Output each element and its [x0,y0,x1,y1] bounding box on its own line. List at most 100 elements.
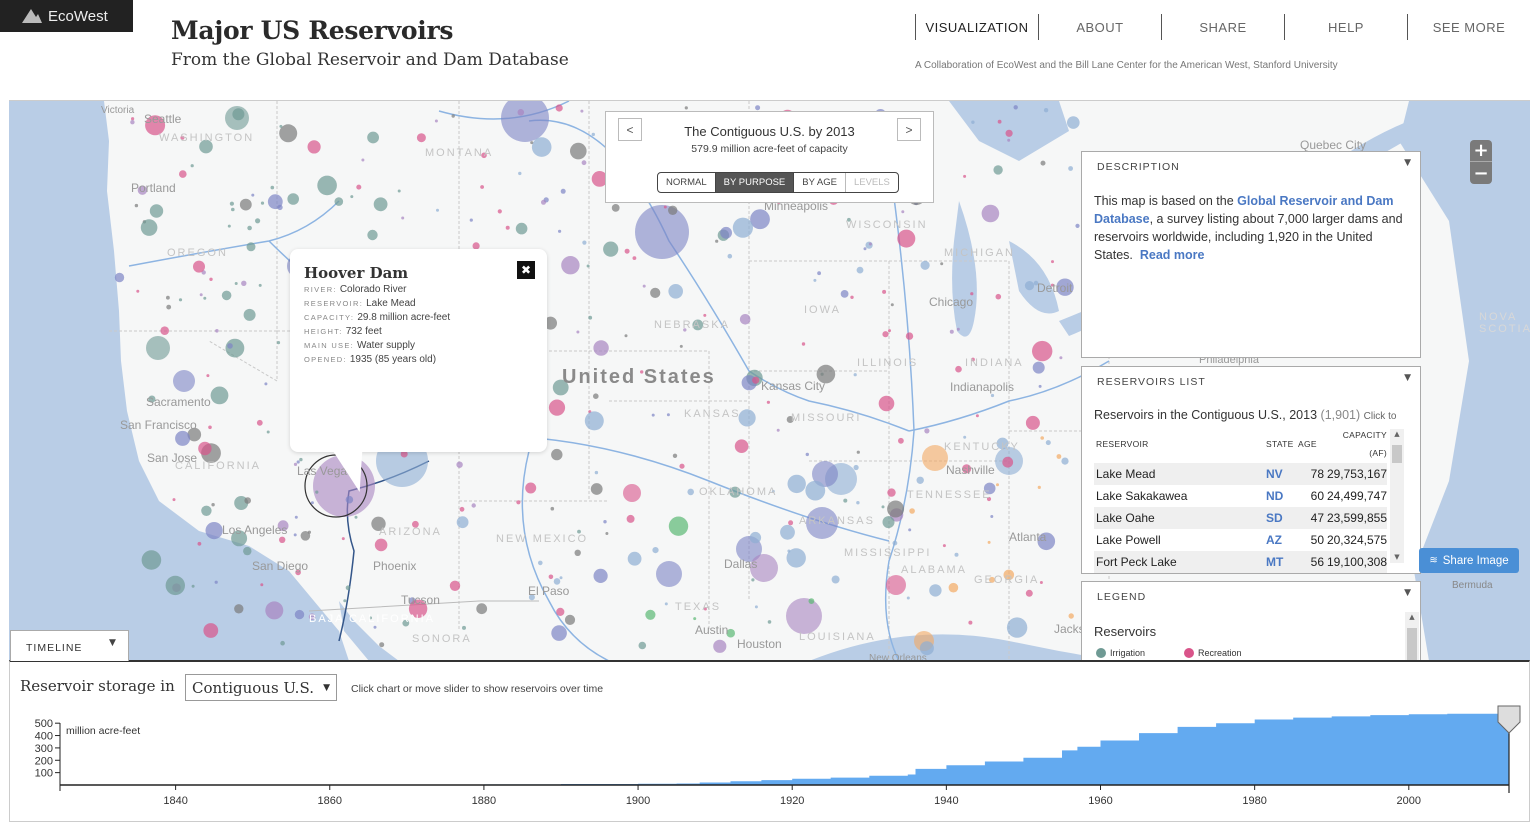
reservoir-marker[interactable] [1038,384,1042,388]
reservoir-marker[interactable] [231,207,235,212]
reservoir-marker[interactable] [239,198,252,211]
mode-by-age-button[interactable]: BY AGE [793,173,845,192]
reservoir-marker[interactable] [906,596,910,600]
reservoir-marker[interactable] [766,400,771,404]
reservoir-marker[interactable] [374,538,388,552]
reservoir-marker[interactable] [264,382,268,386]
reservoir-marker[interactable] [916,476,924,484]
reservoir-marker[interactable] [1032,340,1053,362]
reservoir-marker[interactable] [955,365,962,373]
reservoir-marker[interactable] [451,114,455,118]
reservoir-marker[interactable] [256,419,263,426]
reservoir-marker[interactable] [878,395,895,412]
reservoir-marker[interactable] [679,344,683,348]
reservoir-marker[interactable] [668,205,678,215]
reservoir-marker[interactable] [243,308,256,321]
reservoir-marker[interactable] [787,549,791,553]
reservoir-marker[interactable] [715,239,719,243]
reservoir-marker[interactable] [672,453,678,458]
reservoir-marker[interactable] [1051,260,1054,264]
reservoir-marker[interactable] [574,549,581,556]
reservoir-marker[interactable] [243,546,252,556]
reservoir-marker[interactable] [497,209,502,214]
nav-visualization[interactable]: VISUALIZATION [915,14,1038,40]
reservoir-marker[interactable] [603,520,607,524]
reservoir-marker[interactable] [307,530,311,534]
reservoir-marker[interactable] [538,560,543,566]
reservoir-marker[interactable] [211,503,215,507]
reservoir-marker[interactable] [373,625,377,629]
reservoir-marker[interactable] [693,617,697,621]
reservoir-marker[interactable] [1061,457,1069,465]
table-row[interactable]: Lake Mead NV 78 29,753,167 [1094,463,1387,485]
reservoir-marker[interactable] [203,296,207,300]
table-row[interactable]: Lake Powell AZ 50 20,324,575 [1094,529,1387,551]
table-row[interactable]: Lake Sakakawea ND 60 24,499,747 [1094,485,1387,507]
reservoir-marker[interactable] [888,329,891,333]
reservoir-marker[interactable] [317,175,337,196]
reservoir-marker[interactable] [990,393,995,398]
reservoir-marker[interactable] [267,194,283,210]
reservoir-marker[interactable] [134,203,139,208]
reservoir-marker[interactable] [650,287,661,298]
reservoir-marker[interactable] [990,515,994,518]
reservoir-marker[interactable] [172,498,176,502]
share-image-button[interactable]: ≋ Share Image [1419,548,1519,573]
reservoir-marker[interactable] [241,280,247,286]
reservoir-marker[interactable] [476,603,488,615]
reservoir-marker[interactable] [469,218,473,222]
reservoir-marker[interactable] [190,164,194,168]
reservoir-marker[interactable] [1039,581,1043,584]
reservoir-marker[interactable] [897,229,916,248]
reservoir-marker[interactable] [853,464,859,471]
reservoir-marker[interactable] [550,506,555,511]
read-more-link[interactable]: Read more [1140,248,1205,262]
reservoir-marker[interactable] [909,508,915,514]
reservoir-marker[interactable] [924,428,930,434]
reservoir-marker[interactable] [755,105,761,111]
reservoir-marker[interactable] [635,205,689,259]
reservoirs-list-scrollbar[interactable]: ▲ ▼ [1390,429,1404,563]
reservoir-marker[interactable] [299,457,303,462]
reservoir-marker[interactable] [1059,356,1063,360]
reservoir-marker[interactable] [367,131,379,144]
reservoir-marker[interactable] [462,625,466,630]
reservoir-marker[interactable] [276,341,281,345]
reservoir-marker[interactable] [266,430,270,434]
reservoir-marker[interactable] [334,197,344,206]
collapse-caret-icon[interactable]: ▼ [109,638,116,648]
reservoir-marker[interactable] [279,536,286,543]
reservoir-marker[interactable] [1024,281,1035,291]
reservoir-marker[interactable] [881,505,885,509]
reservoir-marker[interactable] [887,500,905,518]
scroll-up-arrow-icon[interactable]: ▲ [1390,430,1404,438]
reservoir-marker[interactable] [908,528,912,532]
reservoir-marker[interactable] [703,313,707,317]
reservoir-marker[interactable] [1007,138,1011,142]
reservoir-marker[interactable] [632,256,637,260]
reservoir-marker[interactable] [548,574,554,580]
reservoir-marker[interactable] [214,580,218,584]
reservoir-marker[interactable] [987,540,991,544]
reservoir-marker[interactable] [603,241,619,257]
reservoir-marker[interactable] [1040,160,1046,166]
reservoir-marker[interactable] [515,222,528,235]
reservoir-marker[interactable] [668,284,683,299]
reservoir-marker[interactable] [1032,361,1045,374]
scrollbar-thumb[interactable] [1392,445,1402,463]
reservoir-marker[interactable] [191,584,195,588]
reservoir-marker[interactable] [227,343,233,349]
reservoir-marker[interactable] [379,642,385,648]
table-row[interactable]: Fort Peck Lake MT 56 19,100,308 [1094,551,1387,573]
reservoir-marker[interactable] [203,623,219,638]
reservoir-marker[interactable] [559,576,563,580]
reservoir-marker[interactable] [197,541,202,546]
reservoir-marker[interactable] [787,474,806,494]
reservoir-marker[interactable] [255,218,261,224]
reservoir-marker[interactable] [593,568,608,583]
reservoir-marker[interactable] [221,290,232,301]
reservoir-marker[interactable] [850,295,854,299]
region-select[interactable]: Contiguous U.S. ▼ [185,674,337,701]
reservoir-marker[interactable] [749,531,762,544]
reservoir-marker[interactable] [853,373,857,377]
